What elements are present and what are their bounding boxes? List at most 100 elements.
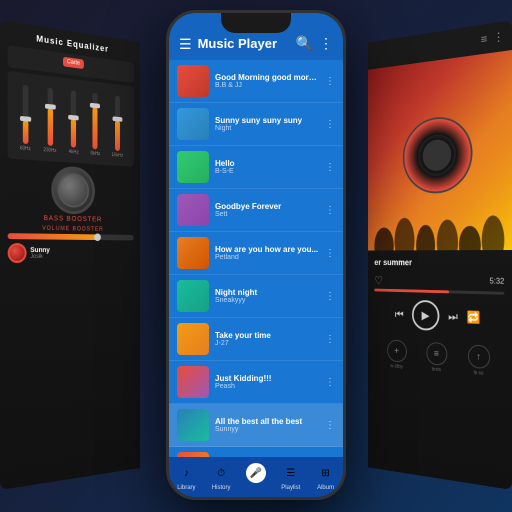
- bottom-navigation: ♪ Library ⏱ History 🎤 ☰ Playlist ⊞ A: [169, 457, 343, 497]
- song-item-10[interactable]: Not bad bad HV - 88 ⇄: [169, 447, 343, 457]
- song-artist-7: J-27: [215, 340, 319, 347]
- add-to-playlist-button[interactable]: +: [387, 339, 407, 363]
- play-pause-button[interactable]: ▶: [412, 300, 439, 331]
- left-track-name: Sunny: [30, 247, 133, 254]
- song-title-6: Night night: [215, 288, 319, 297]
- song-item-7[interactable]: Take your time J-27 ⋮: [169, 318, 343, 361]
- fader-1: 60Hz: [20, 84, 31, 152]
- left-track-artist: Josik: [30, 254, 133, 260]
- song-thumbnail-3: [177, 151, 209, 183]
- song-menu-1[interactable]: ⋮: [325, 76, 335, 87]
- song-title-8: Just Kidding!!!: [215, 374, 319, 383]
- song-artist-8: Peash: [215, 383, 319, 390]
- concert-image: [368, 50, 512, 250]
- fader-3: 4kHz: [69, 90, 79, 156]
- equalizer-panel: Music Equalizer Carte 60Hz 230Hz: [0, 20, 140, 490]
- song-title-3: Hello: [215, 159, 319, 168]
- song-thumbnail-2: [177, 108, 209, 140]
- song-menu-3[interactable]: ⋮: [325, 162, 335, 173]
- volume-slider[interactable]: [8, 233, 134, 240]
- song-title-1: Good Morning good morning: [215, 73, 319, 82]
- eq-faders-section: 60Hz 230Hz 4kHz: [8, 71, 134, 167]
- repeat-button[interactable]: 🔁: [467, 310, 481, 324]
- phone-notch: [221, 13, 291, 33]
- song-title-5: How are you how are you...: [215, 245, 319, 254]
- nav-library[interactable]: ♪ Library: [176, 463, 196, 491]
- song-menu-9[interactable]: ⋮: [325, 420, 335, 431]
- right-track-subtitle: [374, 269, 504, 270]
- phone: ☰ Music Player 🔍 ⋮ Good Morning good mor…: [166, 10, 346, 500]
- current-track-left: Sunny Josik: [8, 243, 134, 263]
- song-item-8[interactable]: Just Kidding!!! Peash ⋮: [169, 361, 343, 404]
- song-item-1[interactable]: Good Morning good morning B.B & JJ ⋮: [169, 60, 343, 103]
- phone-screen: ☰ Music Player 🔍 ⋮ Good Morning good mor…: [169, 13, 343, 497]
- song-artist-5: Petland: [215, 254, 319, 261]
- previous-button[interactable]: ⏮: [395, 307, 404, 321]
- song-artist-9: Sunnyy: [215, 426, 319, 433]
- eq-icon-right[interactable]: ≡: [481, 32, 488, 47]
- song-thumbnail-5: [177, 237, 209, 269]
- more-options-icon[interactable]: ⋮: [319, 35, 333, 52]
- song-artist-4: Sett: [215, 211, 319, 218]
- right-player-panel: ≡ ⋮ er summer ♡ 5:32 ⏮: [368, 20, 512, 490]
- more-icon-right[interactable]: ⋮: [493, 29, 504, 45]
- fader-4: 6kHz: [90, 92, 100, 157]
- next-button[interactable]: ⏭: [448, 309, 458, 324]
- nav-history[interactable]: ⏱ History: [211, 463, 231, 491]
- song-title-9: All the best all the best: [215, 417, 319, 426]
- nav-playlist[interactable]: ☰ Playlist: [281, 463, 301, 491]
- song-thumbnail-6: [177, 280, 209, 312]
- bass-knob[interactable]: [51, 165, 95, 215]
- menu-icon[interactable]: ☰: [179, 37, 192, 51]
- song-title-2: Sunny suny suny suny: [215, 116, 319, 125]
- song-item-5[interactable]: How are you how are you... Petland ⋮: [169, 232, 343, 275]
- song-menu-4[interactable]: ⋮: [325, 205, 335, 216]
- song-item-4[interactable]: Goodbye Forever Sett ⋮: [169, 189, 343, 232]
- song-menu-6[interactable]: ⋮: [325, 291, 335, 302]
- song-thumbnail-1: [177, 65, 209, 97]
- song-item-6[interactable]: Night night Sneakyyy ⋮: [169, 275, 343, 318]
- right-progress-bar[interactable]: [374, 289, 504, 295]
- lyrics-button[interactable]: ≡: [426, 342, 447, 366]
- phone-container: ☰ Music Player 🔍 ⋮ Good Morning good mor…: [166, 10, 346, 500]
- fader-2: 230Hz: [43, 87, 56, 154]
- search-icon[interactable]: 🔍: [296, 35, 313, 52]
- song-menu-5[interactable]: ⋮: [325, 248, 335, 259]
- song-thumbnail-4: [177, 194, 209, 226]
- volume-label: VOLUME BOOSTER: [8, 225, 134, 233]
- song-thumbnail-9: [177, 409, 209, 441]
- eq-on-button[interactable]: Carte: [63, 57, 84, 69]
- song-menu-8[interactable]: ⋮: [325, 377, 335, 388]
- song-artist-2: Night: [215, 125, 319, 132]
- nav-home[interactable]: 🎤: [246, 463, 266, 491]
- song-title-7: Take your time: [215, 331, 319, 340]
- eq-on-label: Carte: [67, 59, 80, 66]
- song-menu-2[interactable]: ⋮: [325, 119, 335, 130]
- song-title-4: Goodbye Forever: [215, 202, 319, 211]
- heart-icon[interactable]: ♡: [374, 274, 383, 287]
- song-artist-3: B-S-E: [215, 168, 319, 175]
- song-list: Good Morning good morning B.B & JJ ⋮ Sun…: [169, 60, 343, 457]
- faders-container: 60Hz 230Hz 4kHz: [12, 75, 131, 162]
- volume-section: VOLUME BOOSTER: [8, 225, 134, 240]
- right-track-title: er summer: [374, 258, 504, 268]
- song-thumbnail-8: [177, 366, 209, 398]
- share-button[interactable]: ↑: [467, 344, 489, 369]
- song-item-3[interactable]: Hello B-S-E ⋮: [169, 146, 343, 189]
- playback-controls: ⏮ ▶ ⏭ 🔁: [374, 299, 504, 335]
- right-player-controls: er summer ♡ 5:32 ⏮ ▶ ⏭ 🔁 + w alloy ≡ tex…: [368, 250, 512, 391]
- song-artist-1: B.B & JJ: [215, 82, 319, 89]
- song-thumbnail-7: [177, 323, 209, 355]
- bass-booster-section: BASS BOOSTER: [8, 162, 134, 224]
- left-track-thumbnail: [8, 243, 27, 263]
- song-artist-6: Sneakyyy: [215, 297, 319, 304]
- fader-5: 16kHz: [112, 95, 124, 159]
- right-bottom-icons: + w alloy ≡ texts ↑ lp so: [374, 335, 504, 382]
- right-progress-fill: [374, 289, 449, 294]
- right-time-display: 5:32: [490, 276, 505, 285]
- nav-album[interactable]: ⊞ Album: [316, 463, 336, 491]
- song-item-9[interactable]: All the best all the best Sunnyy ⋮: [169, 404, 343, 447]
- song-item-2[interactable]: Sunny suny suny suny Night ⋮: [169, 103, 343, 146]
- app-title: Music Player: [198, 36, 290, 51]
- song-menu-7[interactable]: ⋮: [325, 334, 335, 345]
